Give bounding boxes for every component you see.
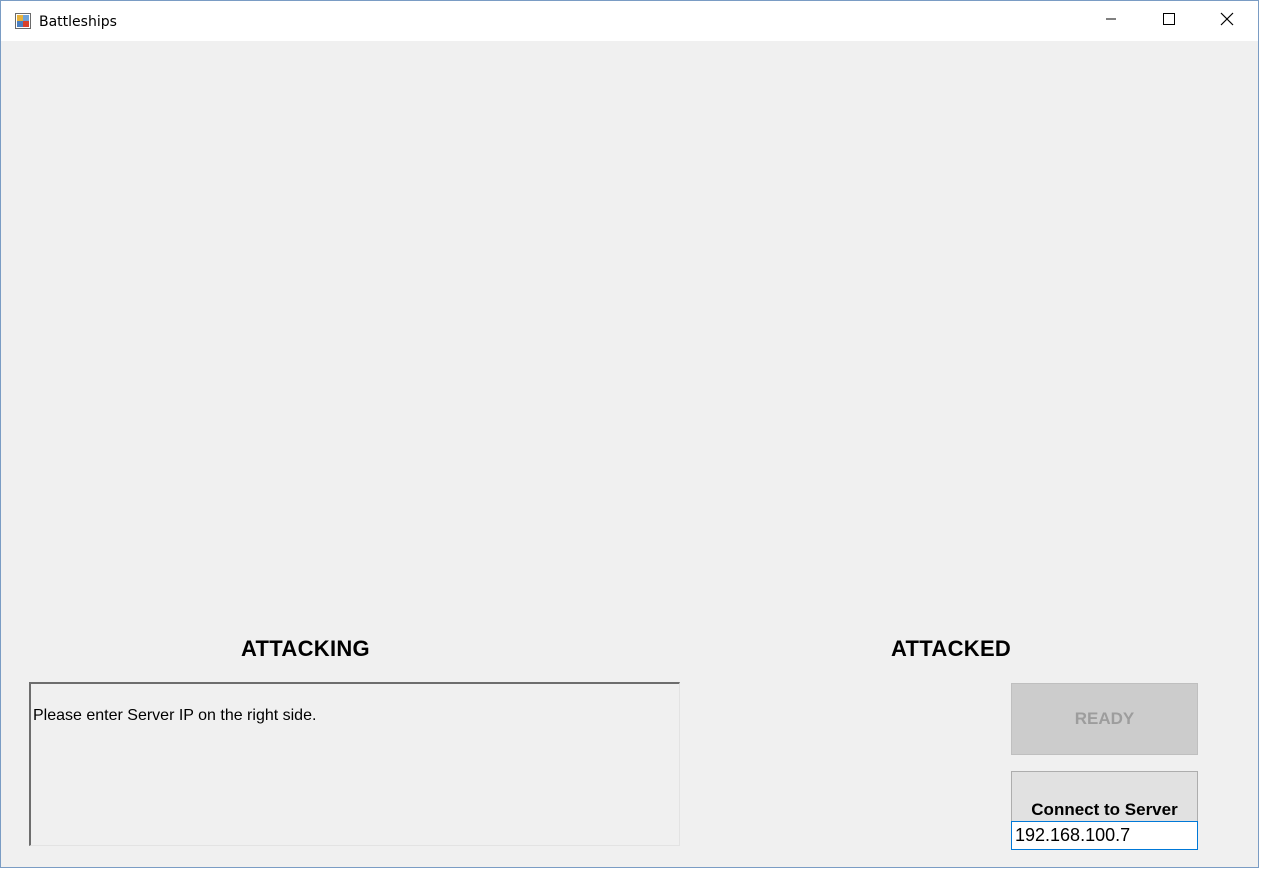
attacked-board-label: ATTACKED xyxy=(891,636,1012,661)
maximize-icon xyxy=(1163,12,1175,30)
battleships-window: Battleships ATTACKING ATTACKED Please en… xyxy=(0,0,1259,868)
title-bar[interactable]: Battleships xyxy=(1,1,1258,41)
server-ip-input[interactable] xyxy=(1011,821,1198,850)
attacking-board-label: ATTACKING xyxy=(241,636,370,661)
battleships-app-icon xyxy=(15,13,31,29)
close-icon xyxy=(1220,12,1234,31)
minimize-icon xyxy=(1105,12,1117,30)
window-title: Battleships xyxy=(39,14,117,30)
log-message: Please enter Server IP on the right side… xyxy=(33,707,317,724)
connect-to-server-button[interactable]: Connect to Server xyxy=(1011,771,1198,823)
message-log: Please enter Server IP on the right side… xyxy=(29,682,680,846)
ready-button[interactable]: READY xyxy=(1011,683,1198,755)
minimize-button[interactable] xyxy=(1082,1,1140,41)
close-button[interactable] xyxy=(1198,1,1256,41)
maximize-button[interactable] xyxy=(1140,1,1198,41)
